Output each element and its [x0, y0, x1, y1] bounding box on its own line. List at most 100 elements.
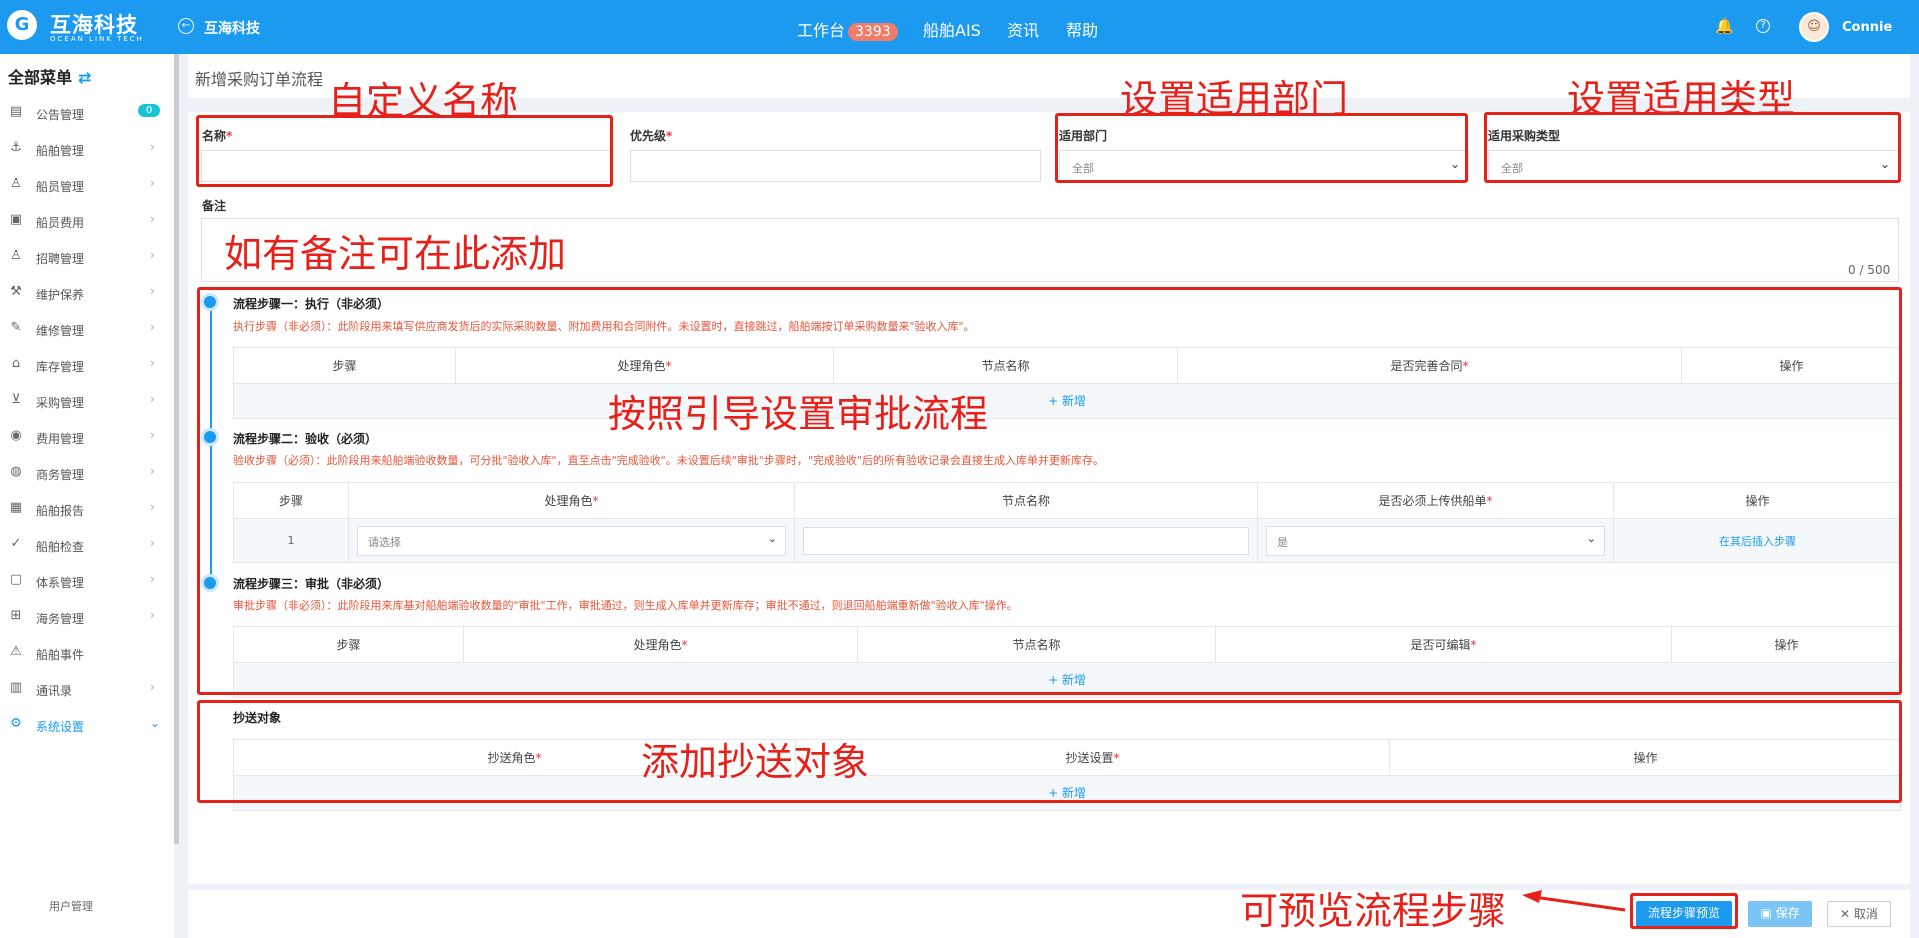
priority-input[interactable]: [630, 150, 1041, 182]
annotation-dept: 设置适用部门: [1120, 77, 1349, 121]
swap-icon[interactable]: ⇄: [78, 68, 91, 87]
sidebar-item-marine[interactable]: ⊞ 海务管理 ›: [0, 598, 174, 634]
sidebar-item-crew[interactable]: ♙ 船员管理 ›: [0, 166, 174, 202]
chevron-right-icon: ›: [150, 464, 155, 478]
cancel-button[interactable]: ✕ 取消: [1827, 901, 1891, 927]
cancel-label: 取消: [1853, 907, 1878, 921]
arrow-shaft: [1533, 895, 1626, 912]
sidebar-item-notice[interactable]: ▤ 公告管理 0: [0, 94, 174, 130]
priority-label-text: 优先级: [630, 129, 667, 143]
notice-count-badge: 0: [138, 104, 161, 117]
wrench-icon: ✎: [10, 320, 22, 335]
save-label: 保存: [1775, 906, 1800, 920]
anchor-icon: ⚓: [10, 140, 22, 155]
sidebar-item-maintenance[interactable]: ⚒ 维护保养 ›: [0, 274, 174, 310]
sidebar-item-label: 招聘管理: [36, 252, 85, 266]
sidebar-item-label: 船舶报告: [36, 504, 85, 518]
company-link[interactable]: 互海科技: [204, 18, 260, 38]
nav-news[interactable]: 资讯: [1007, 17, 1039, 41]
chevron-right-icon: ›: [150, 176, 155, 190]
sidebar-item-expense[interactable]: ◉ 费用管理 ›: [0, 418, 174, 454]
sidebar-item-ship[interactable]: ⚓ 船舶管理 ›: [0, 130, 174, 166]
calendar-icon: ▦: [9, 500, 23, 515]
sidebar-subitem-users[interactable]: 用户管理: [49, 898, 93, 914]
chevron-right-icon: ›: [150, 248, 155, 262]
chevron-right-icon: ›: [150, 500, 155, 514]
chevron-right-icon: ›: [150, 680, 155, 694]
sidebar-item-report[interactable]: ▦ 船舶报告 ›: [0, 490, 174, 526]
cart-icon: ⊻: [11, 392, 21, 407]
chevron-right-icon: ›: [150, 356, 155, 370]
sidebar-item-label: 维护保养: [36, 288, 85, 302]
annotation-box-dept: [1055, 113, 1468, 183]
remark-char-count: 0 / 500: [1848, 263, 1891, 277]
maintenance-icon: ⚒: [10, 284, 22, 299]
chevron-right-icon: ›: [150, 212, 155, 226]
sidebar-item-label: 船舶检查: [36, 540, 85, 554]
sidebar-item-label: 公告管理: [36, 108, 85, 122]
chevron-right-icon: ›: [150, 284, 155, 298]
sidebar-item-repair[interactable]: ✎ 维修管理 ›: [0, 310, 174, 346]
back-arrow-icon[interactable]: ←: [178, 18, 194, 34]
arrow-head: [1522, 890, 1542, 903]
annotation-preview: 可预览流程步骤: [1240, 889, 1507, 933]
workbench-count-badge: 3393: [848, 23, 898, 41]
sidebar: 全部菜单 ⇄ ▤ 公告管理 0 ⚓ 船舶管理 › ♙ 船员管理 › ▣ 船员费用 › ♙ 招聘管理 ›…: [0, 54, 174, 938]
avatar[interactable]: ☺: [1799, 12, 1829, 42]
annotation-box-flow: [197, 287, 1902, 695]
top-bar: G 互海科技 OCEAN LINK TECH ← 互海科技 工作台 3393 船舶…: [0, 0, 1919, 54]
chevron-right-icon: ›: [150, 140, 155, 154]
menu-title-label: 全部菜单: [8, 68, 73, 87]
sidebar-item-settings[interactable]: ⚙ 系统设置 ⌄: [0, 706, 174, 742]
sidebar-item-label: 维修管理: [36, 324, 85, 338]
help-icon[interactable]: ?: [1756, 19, 1770, 33]
user-name[interactable]: Connie: [1842, 20, 1892, 35]
globe-icon: ◍: [10, 464, 22, 479]
menu-title: 全部菜单 ⇄: [8, 64, 91, 88]
signpost-icon: ⊞: [10, 608, 22, 623]
sidebar-item-business[interactable]: ◍ 商务管理 ›: [0, 454, 174, 490]
nav-workbench[interactable]: 工作台 3393: [797, 17, 898, 41]
annotation-box-cc: [197, 700, 1902, 803]
sidebar-item-events[interactable]: ⚠ 船舶事件: [0, 634, 174, 670]
sidebar-item-recruit[interactable]: ♙ 招聘管理 ›: [0, 238, 174, 274]
sidebar-scrollbar[interactable]: [174, 54, 179, 844]
gear-icon: ⚙: [10, 716, 22, 731]
page-title: 新增采购订单流程: [195, 70, 324, 89]
annotation-arrow: [1522, 890, 1626, 912]
sidebar-item-system-doc[interactable]: ▢ 体系管理 ›: [0, 562, 174, 598]
save-button[interactable]: ▣ 保存: [1748, 901, 1812, 927]
chevron-down-icon: ⌄: [150, 716, 161, 730]
nav-ais[interactable]: 船舶AIS: [923, 17, 981, 41]
sidebar-item-label: 系统设置: [36, 720, 85, 734]
coins-icon: ◉: [10, 428, 22, 443]
logo-icon: G: [7, 10, 37, 40]
sidebar-item-label: 船舶事件: [36, 648, 85, 662]
notice-icon: ▤: [9, 104, 23, 119]
nav-help[interactable]: 帮助: [1066, 17, 1098, 41]
save-icon: ▣: [1760, 906, 1776, 920]
remark-label: 备注: [202, 199, 227, 213]
sidebar-item-label: 海务管理: [36, 612, 85, 626]
document-icon: ▢: [9, 572, 23, 587]
warning-icon: ⚠: [10, 644, 22, 659]
close-icon: ✕: [1840, 907, 1854, 921]
sidebar-item-contacts[interactable]: ▥ 通讯录 ›: [0, 670, 174, 706]
sidebar-item-inspection[interactable]: ✓ 船舶检查 ›: [0, 526, 174, 562]
bell-icon[interactable]: 🔔: [1715, 17, 1734, 35]
sidebar-item-inventory[interactable]: ⌂ 库存管理 ›: [0, 346, 174, 382]
sidebar-item-label: 船员管理: [36, 180, 85, 194]
sidebar-item-crew-cost[interactable]: ▣ 船员费用 ›: [0, 202, 174, 238]
chevron-right-icon: ›: [150, 536, 155, 550]
sidebar-item-label: 采购管理: [36, 396, 85, 410]
annotation-box-name: [196, 115, 613, 187]
brand-english: OCEAN LINK TECH: [50, 35, 144, 43]
annotation-cc: 添加抄送对象: [641, 740, 870, 784]
sidebar-item-label: 船员费用: [36, 216, 85, 230]
chevron-right-icon: ›: [150, 608, 155, 622]
sidebar-item-label: 费用管理: [36, 432, 85, 446]
sidebar-item-label: 商务管理: [36, 468, 85, 482]
chevron-right-icon: ›: [150, 428, 155, 442]
sidebar-item-label: 体系管理: [36, 576, 85, 590]
sidebar-item-purchase[interactable]: ⊻ 采购管理 ›: [0, 382, 174, 418]
